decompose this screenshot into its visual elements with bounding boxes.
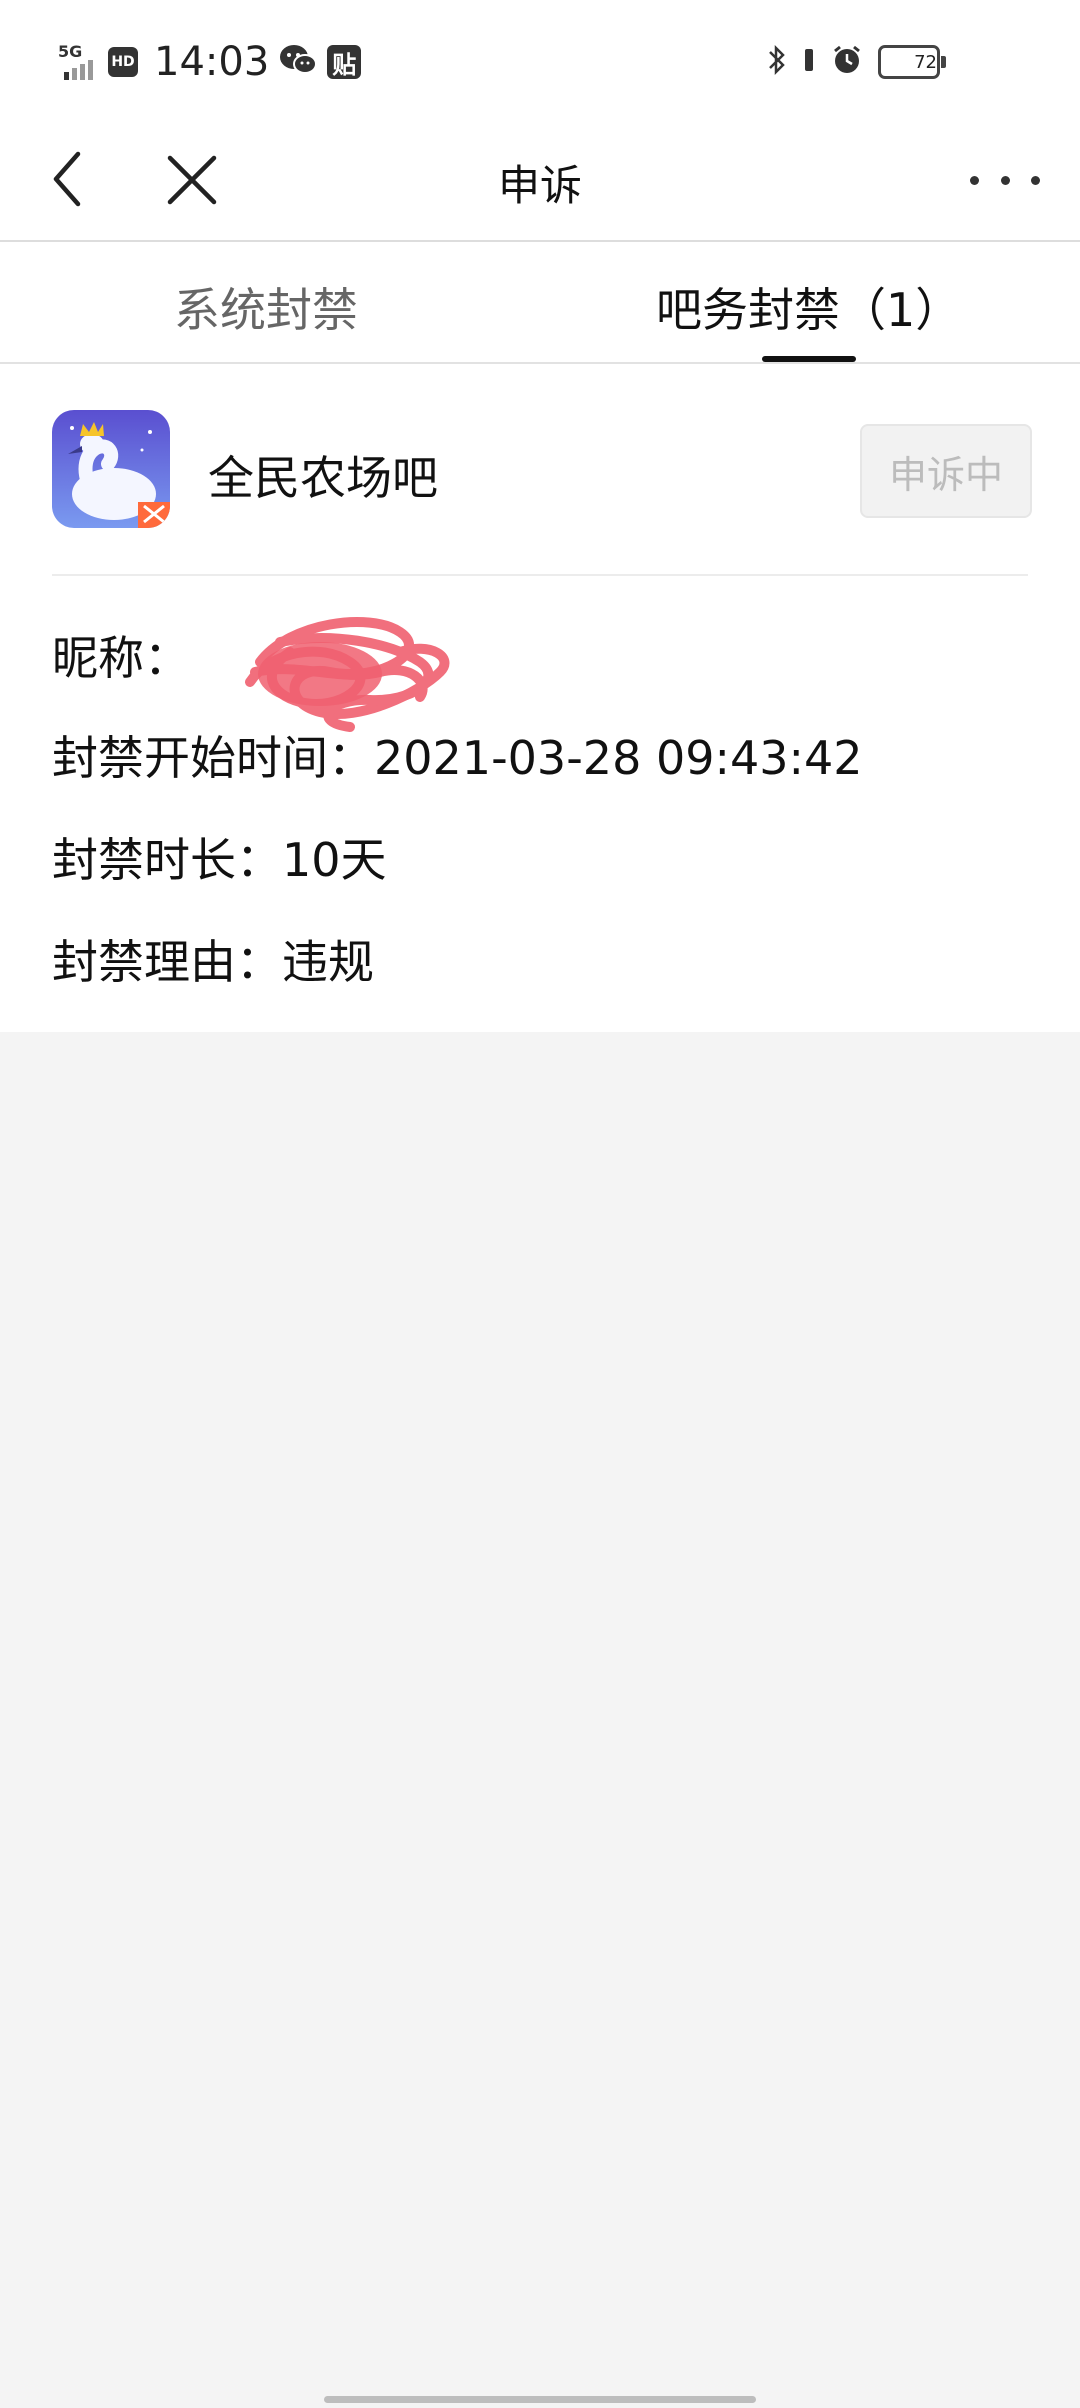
page-title: 申诉 (497, 161, 582, 210)
more-button[interactable] (970, 148, 1040, 212)
vibrate-icon (802, 43, 816, 81)
status-right: 72 (766, 34, 946, 90)
ban-start-value: 2021-03-28 09:43:42 (374, 731, 863, 785)
nickname-row: 昵称： (52, 617, 450, 732)
bluetooth-icon (766, 43, 788, 81)
tieba-badge: 贴 (327, 45, 362, 79)
ban-duration-value: 10天 (282, 833, 387, 887)
battery-level: 72 (914, 51, 937, 73)
redaction-scribble (245, 617, 450, 732)
battery-icon: 72 (878, 45, 946, 79)
swan-logo-icon (52, 410, 170, 528)
tab-forum-ban[interactable]: 吧务封禁（1） (656, 274, 961, 340)
nickname-label: 昵称： (52, 631, 190, 685)
more-dot (1000, 175, 1010, 185)
status-bar: 5G HD 14:03 贴 72 (0, 0, 1080, 122)
ban-type-tabs: 系统封禁 吧务封禁（1） (0, 242, 1080, 364)
wechat-icon (279, 43, 318, 81)
appeal-status-button[interactable]: 申诉中 (860, 424, 1032, 518)
status-left: 5G HD 14:03 贴 (58, 34, 362, 90)
forum-avatar (52, 410, 170, 528)
more-dot (970, 175, 979, 185)
ban-duration-label: 封禁时长： (52, 833, 282, 887)
hd-badge: HD (108, 47, 138, 77)
cellular-signal-icon: 5G (58, 42, 98, 82)
forum-name[interactable]: 全民农场吧 (208, 442, 438, 508)
ban-card: 全民农场吧 申诉中 昵称： 封禁开始时间：2021-03-28 09:43:42… (0, 364, 1080, 1032)
alarm-icon (830, 43, 864, 81)
divider (52, 574, 1028, 576)
ban-reason-row: 封禁理由：违规 (52, 926, 374, 992)
tab-system-ban[interactable]: 系统封禁 (174, 274, 358, 340)
ban-start-label: 封禁开始时间： (52, 731, 374, 785)
active-tab-indicator (762, 356, 856, 362)
home-indicator[interactable] (324, 2396, 756, 2403)
status-time: 14:03 (154, 39, 270, 85)
more-dot (1031, 175, 1040, 185)
ban-reason-label: 封禁理由： (52, 935, 282, 989)
ban-start-row: 封禁开始时间：2021-03-28 09:43:42 (52, 722, 863, 788)
ban-reason-value: 违规 (282, 935, 374, 989)
ban-duration-row: 封禁时长：10天 (52, 824, 387, 890)
nav-bar: 申诉 (0, 122, 1080, 242)
